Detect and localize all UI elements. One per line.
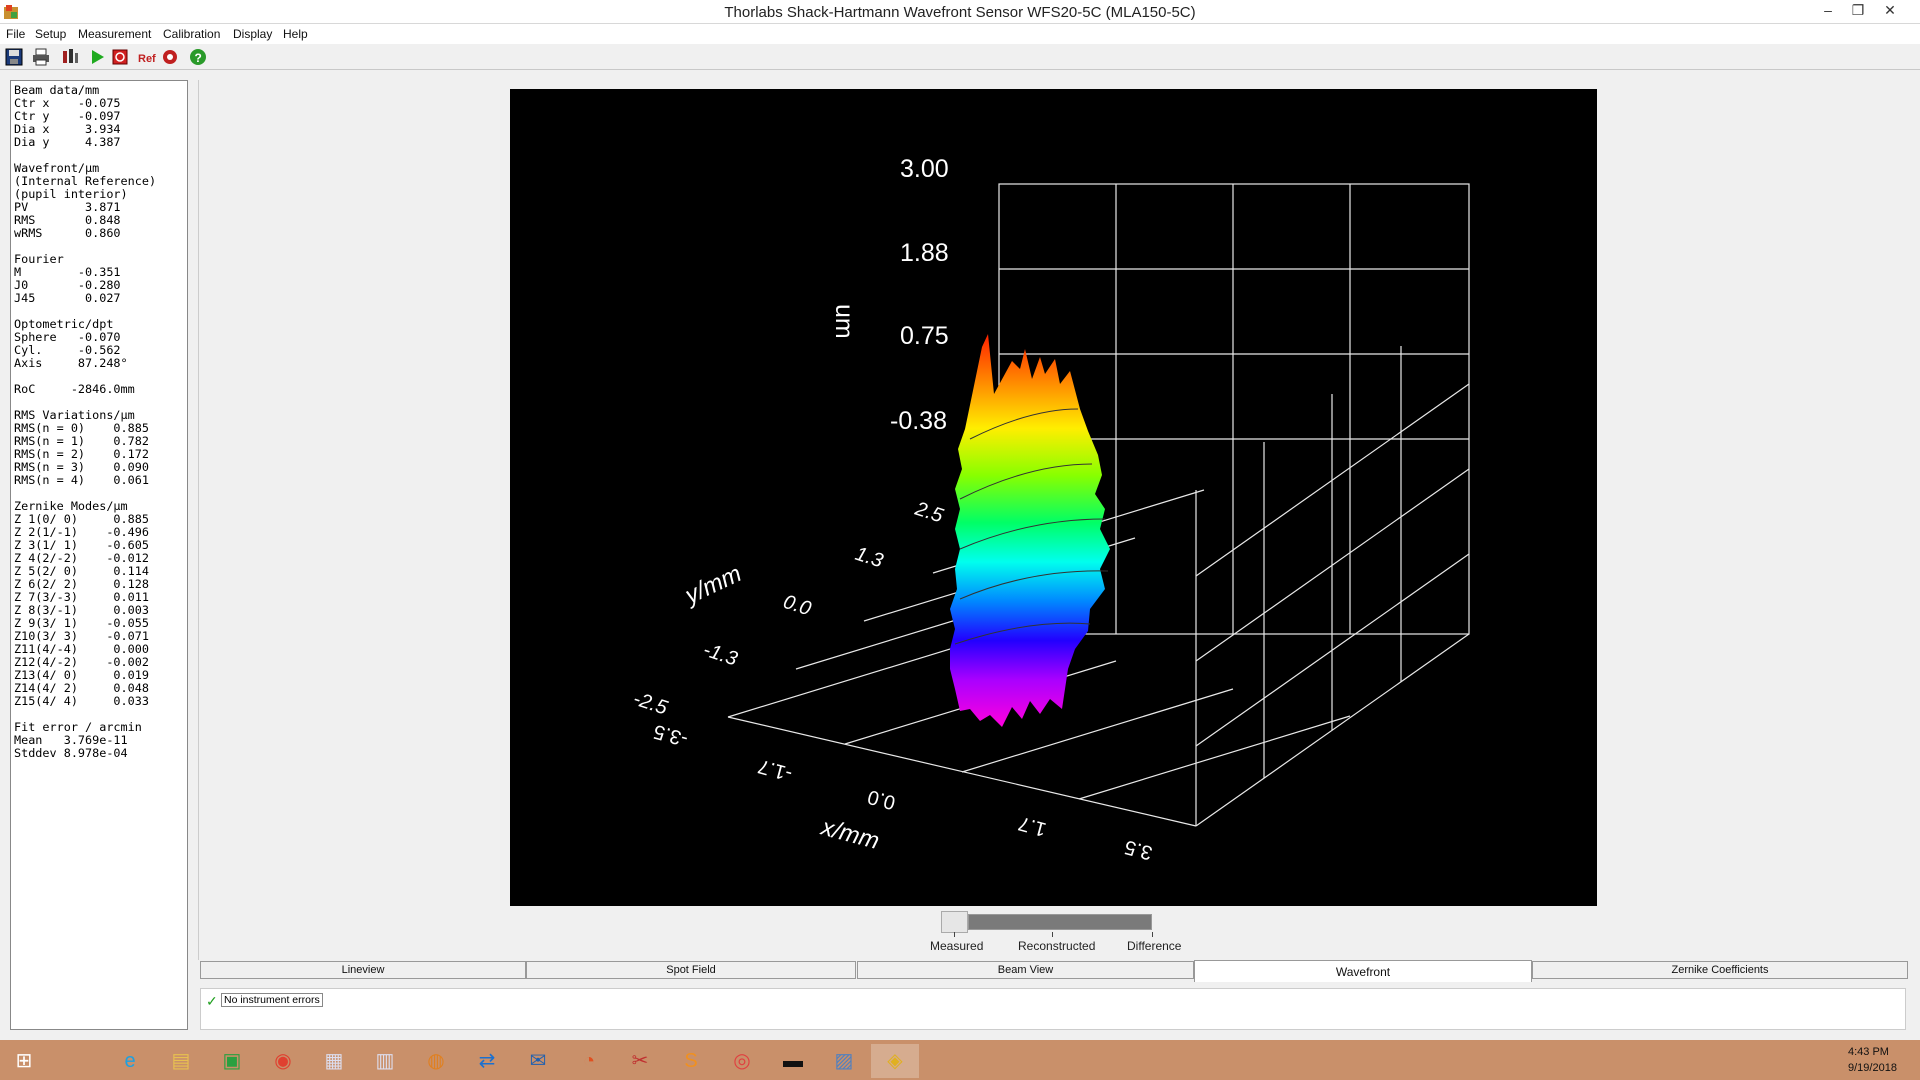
tab-wavefront[interactable]: Wavefront bbox=[1194, 960, 1532, 982]
slider-tick bbox=[954, 932, 955, 937]
app-icon-5[interactable]: ◎ bbox=[718, 1044, 766, 1078]
x-tick-label: 1.7 bbox=[1016, 812, 1049, 840]
calibration-icon[interactable] bbox=[160, 47, 180, 67]
x-axis-label: x/mm bbox=[817, 813, 882, 855]
tab-spot-field[interactable]: Spot Field bbox=[526, 961, 856, 979]
tab-beam-view[interactable]: Beam View bbox=[857, 961, 1194, 979]
window-title: Thorlabs Shack-Hartmann Wavefront Sensor… bbox=[724, 4, 1196, 21]
z-axis-label: um bbox=[830, 304, 858, 339]
file-explorer-icon[interactable]: ▤ bbox=[157, 1044, 205, 1078]
menu-help[interactable]: Help bbox=[283, 27, 308, 41]
command-prompt-icon[interactable]: ▬ bbox=[769, 1044, 817, 1078]
sublime-icon[interactable]: S bbox=[667, 1044, 715, 1078]
app-icon-4[interactable]: ◔ bbox=[565, 1044, 613, 1078]
x-tick-label: 0.0 bbox=[865, 785, 898, 813]
snipping-tool-icon[interactable]: ✂ bbox=[616, 1044, 664, 1078]
print-icon[interactable] bbox=[31, 47, 51, 67]
save-icon[interactable] bbox=[4, 47, 24, 67]
menu-measurement[interactable]: Measurement bbox=[78, 27, 151, 41]
tab-lineview[interactable]: Lineview bbox=[200, 961, 526, 979]
image-viewer-icon[interactable]: ▨ bbox=[820, 1044, 868, 1078]
z-tick-label: 0.75 bbox=[900, 322, 949, 350]
x-tick-label: -1.7 bbox=[756, 755, 795, 785]
x-tick-label: -3.5 bbox=[651, 720, 690, 750]
wavefront-surface bbox=[950, 334, 1110, 727]
app-icon-1[interactable]: ▦ bbox=[310, 1044, 358, 1078]
toolbar: Ref ? bbox=[0, 44, 1920, 70]
measurement-data-text: Beam data/mm Ctr x -0.075 Ctr y -0.097 D… bbox=[14, 83, 157, 760]
x-tick-label: 3.5 bbox=[1122, 835, 1155, 863]
slider-label-reconstructed: Reconstructed bbox=[1018, 939, 1096, 953]
slider-tick bbox=[1152, 932, 1153, 937]
internet-explorer-icon[interactable]: e bbox=[106, 1044, 154, 1078]
z-tick-label: 1.88 bbox=[900, 239, 949, 267]
windows-start-icon[interactable]: ⊞ bbox=[0, 1044, 48, 1078]
status-text: No instrument errors bbox=[221, 993, 323, 1007]
help-icon[interactable]: ? bbox=[188, 47, 208, 67]
menu-display[interactable]: Display bbox=[233, 27, 272, 41]
y-tick-label: 1.3 bbox=[852, 543, 885, 573]
checkmark-icon: ✓ bbox=[206, 993, 218, 1009]
status-box: ✓ No instrument errors bbox=[200, 988, 1906, 1030]
close-button[interactable]: ✕ bbox=[1870, 0, 1910, 22]
play-icon[interactable] bbox=[87, 47, 107, 67]
menu-bar: File Setup Measurement Calibration Displ… bbox=[0, 24, 1920, 44]
slider-tick bbox=[1052, 932, 1053, 937]
menu-setup[interactable]: Setup bbox=[35, 27, 66, 41]
z-tick-label: 3.00 bbox=[900, 155, 949, 183]
teamviewer-icon[interactable]: ⇄ bbox=[463, 1044, 511, 1078]
y-tick-label: -2.5 bbox=[630, 688, 670, 720]
svg-text:?: ? bbox=[195, 51, 202, 65]
svg-text:Ref: Ref bbox=[138, 53, 156, 65]
measurement-data-panel[interactable]: Beam data/mm Ctr x -0.075 Ctr y -0.097 D… bbox=[10, 80, 188, 1030]
y-tick-label: -1.3 bbox=[700, 639, 740, 671]
y-axis-label: y/mm bbox=[679, 560, 745, 610]
slider-label-difference: Difference bbox=[1127, 939, 1182, 953]
wavefront-app-icon[interactable]: ◈ bbox=[871, 1044, 919, 1078]
title-bar: Thorlabs Shack-Hartmann Wavefront Sensor… bbox=[0, 0, 1920, 24]
store-icon[interactable]: ▣ bbox=[208, 1044, 256, 1078]
display-mode-slider-thumb[interactable] bbox=[941, 911, 968, 933]
ref-icon[interactable]: Ref bbox=[137, 47, 157, 67]
settings-icon[interactable] bbox=[60, 47, 80, 67]
app-icon-3[interactable]: ◍ bbox=[412, 1044, 460, 1078]
menu-calibration[interactable]: Calibration bbox=[163, 27, 220, 41]
menu-file[interactable]: File bbox=[6, 27, 25, 41]
app-icon-2[interactable]: ▥ bbox=[361, 1044, 409, 1078]
clock-time: 4:43 PM bbox=[1848, 1046, 1889, 1058]
stop-icon[interactable] bbox=[110, 47, 130, 67]
outlook-icon[interactable]: ✉ bbox=[514, 1044, 562, 1078]
vertical-scrollbar[interactable] bbox=[1904, 80, 1918, 950]
clock-date: 9/19/2018 bbox=[1848, 1062, 1897, 1074]
z-tick-label: -0.38 bbox=[890, 407, 947, 435]
wavefront-3d-plot[interactable]: 3.00 1.88 0.75 -0.38 um 2.5 1.3 0.0 -1.3… bbox=[510, 89, 1597, 906]
chrome-icon[interactable]: ◉ bbox=[259, 1044, 307, 1078]
y-tick-label: 2.5 bbox=[912, 498, 947, 528]
y-tick-label: 0.0 bbox=[780, 591, 813, 621]
display-mode-slider-track[interactable] bbox=[968, 914, 1152, 930]
slider-label-measured: Measured bbox=[930, 939, 984, 953]
tab-zernike-coefficients[interactable]: Zernike Coefficients bbox=[1532, 961, 1908, 979]
